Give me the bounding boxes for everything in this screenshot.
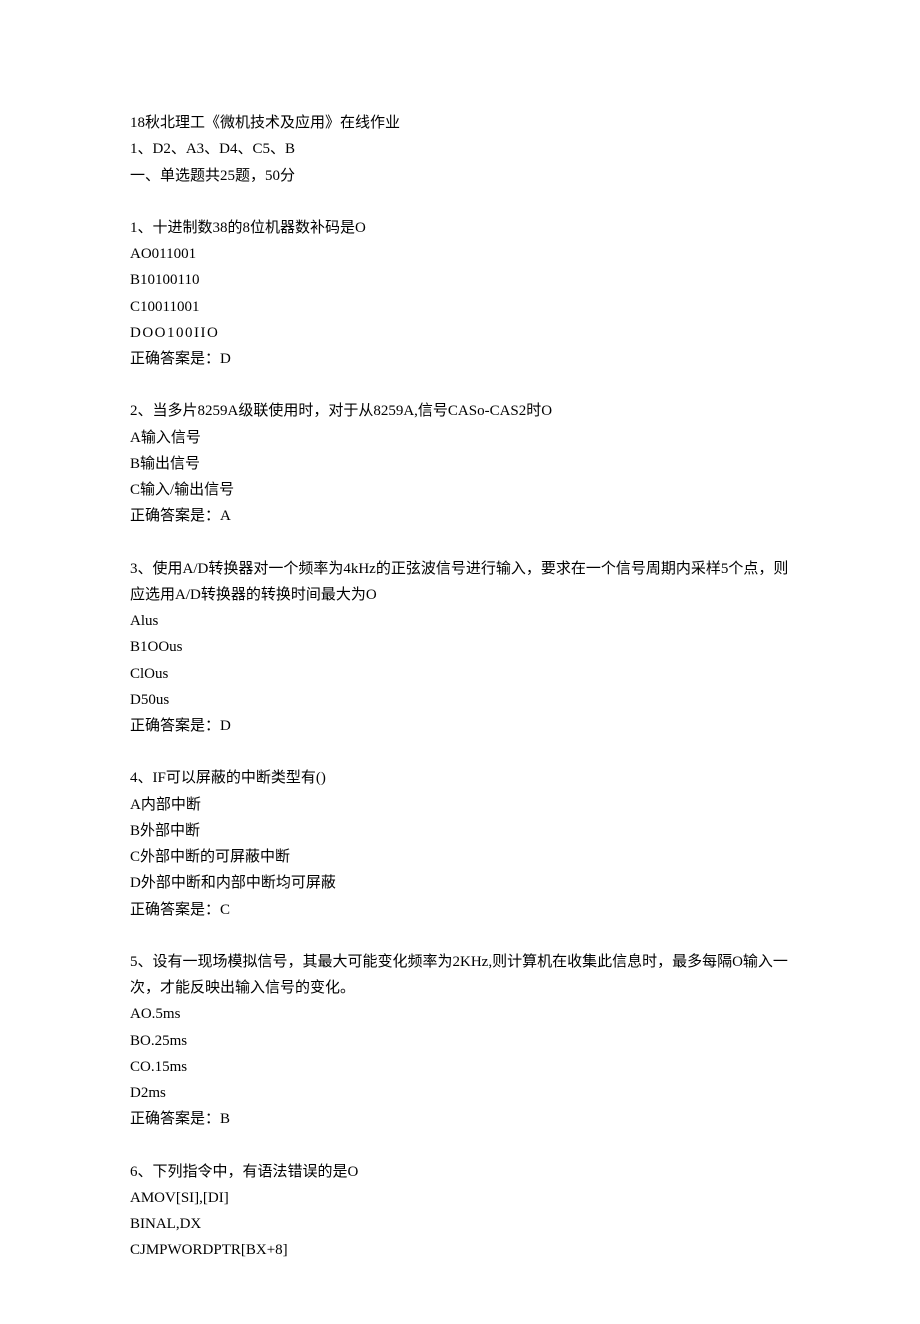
- question-option: D2ms: [130, 1080, 790, 1106]
- header-answers-line: 1、D2、A3、D4、C5、B: [130, 136, 790, 162]
- gap: [130, 189, 790, 215]
- question-4: 4、IF可以屏蔽的中断类型有() A内部中断 B外部中断 C外部中断的可屏蔽中断…: [130, 765, 790, 923]
- question-option: A内部中断: [130, 792, 790, 818]
- question-stem: 4、IF可以屏蔽的中断类型有(): [130, 765, 790, 791]
- question-option: D50us: [130, 687, 790, 713]
- gap: [130, 739, 790, 765]
- gap: [130, 372, 790, 398]
- question-3: 3、使用A/D转换器对一个频率为4kHz的正弦波信号进行输入，要求在一个信号周期…: [130, 556, 790, 740]
- question-option: CO.15ms: [130, 1054, 790, 1080]
- question-option-special: DOO100IIO: [130, 320, 790, 346]
- answer-line: 正确答案是：D: [130, 346, 790, 372]
- question-stem: 3、使用A/D转换器对一个频率为4kHz的正弦波信号进行输入，要求在一个信号周期…: [130, 556, 790, 609]
- question-2: 2、当多片8259A级联使用时，对于从8259A,信号CASo-CAS2时O A…: [130, 398, 790, 529]
- question-option: C10011001: [130, 294, 790, 320]
- question-option: AO.5ms: [130, 1001, 790, 1027]
- question-option: B1OOus: [130, 634, 790, 660]
- question-option: A输入信号: [130, 425, 790, 451]
- question-stem: 1、十进制数38的8位机器数补码是O: [130, 215, 790, 241]
- question-option: B外部中断: [130, 818, 790, 844]
- doc-title: 18秋北理工《微机技术及应用》在线作业: [130, 110, 790, 136]
- question-option: B输出信号: [130, 451, 790, 477]
- question-stem: 5、设有一现场模拟信号，其最大可能变化频率为2KHz,则计算机在收集此信息时，最…: [130, 949, 790, 1002]
- gap: [130, 1133, 790, 1159]
- gap: [130, 530, 790, 556]
- question-option: BINAL,DX: [130, 1211, 790, 1237]
- answer-line: 正确答案是：A: [130, 503, 790, 529]
- question-5: 5、设有一现场模拟信号，其最大可能变化频率为2KHz,则计算机在收集此信息时，最…: [130, 949, 790, 1133]
- question-option: B10100110: [130, 267, 790, 293]
- section-line: 一、单选题共25题，50分: [130, 163, 790, 189]
- question-option: ClOus: [130, 661, 790, 687]
- answer-line: 正确答案是：B: [130, 1106, 790, 1132]
- answer-line: 正确答案是：D: [130, 713, 790, 739]
- question-6: 6、下列指令中，有语法错误的是O AMOV[SI],[DI] BINAL,DX …: [130, 1159, 790, 1264]
- gap: [130, 923, 790, 949]
- answer-line: 正确答案是：C: [130, 897, 790, 923]
- question-option: C外部中断的可屏蔽中断: [130, 844, 790, 870]
- question-option: BO.25ms: [130, 1028, 790, 1054]
- question-option: CJMPWORDPTR[BX+8]: [130, 1237, 790, 1263]
- question-1: 1、十进制数38的8位机器数补码是O AO011001 B10100110 C1…: [130, 215, 790, 373]
- question-option: C输入/输出信号: [130, 477, 790, 503]
- question-stem: 6、下列指令中，有语法错误的是O: [130, 1159, 790, 1185]
- question-option: Alus: [130, 608, 790, 634]
- question-option: AO011001: [130, 241, 790, 267]
- question-stem: 2、当多片8259A级联使用时，对于从8259A,信号CASo-CAS2时O: [130, 398, 790, 424]
- header-block: 18秋北理工《微机技术及应用》在线作业 1、D2、A3、D4、C5、B 一、单选…: [130, 110, 790, 189]
- question-option: D外部中断和内部中断均可屏蔽: [130, 870, 790, 896]
- question-option: AMOV[SI],[DI]: [130, 1185, 790, 1211]
